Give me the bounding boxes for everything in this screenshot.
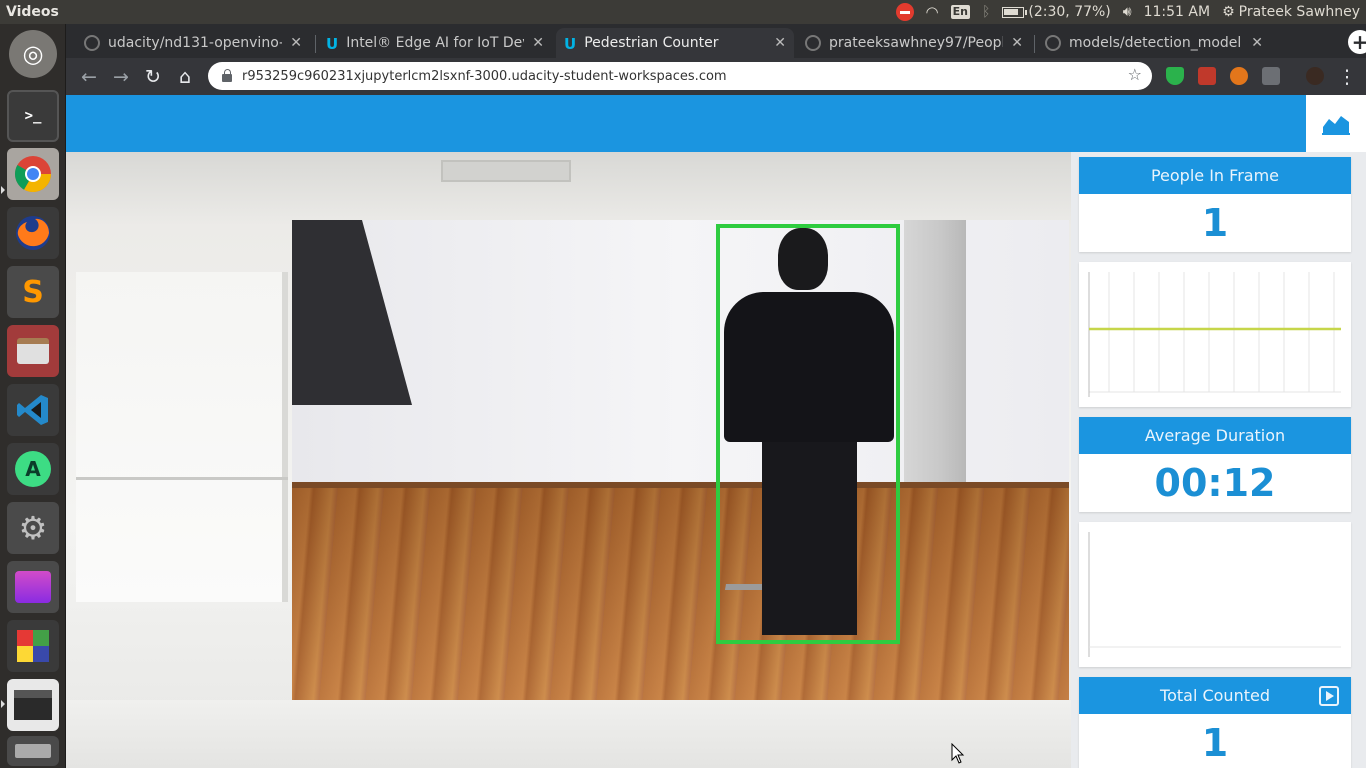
close-icon[interactable]: ✕ — [1011, 35, 1023, 51]
total-counted-card: Total Counted 1 — [1079, 677, 1351, 768]
baseboard — [292, 482, 1069, 488]
people-chart-svg — [1088, 272, 1341, 397]
volume-icon[interactable]: 🔊︎ — [1123, 4, 1132, 20]
new-tab-button[interactable]: + — [1348, 30, 1366, 54]
mouse-cursor-icon — [951, 743, 965, 764]
duration-chart-svg — [1088, 532, 1341, 657]
people-in-frame-label: People In Frame — [1079, 157, 1351, 194]
total-counted-label: Total Counted — [1079, 677, 1351, 714]
clock[interactable]: 11:51 AM — [1144, 4, 1210, 20]
close-icon[interactable]: ✕ — [774, 35, 786, 51]
bookmark-star-icon[interactable]: ☆ — [1128, 65, 1142, 84]
drive-icon[interactable] — [7, 736, 59, 766]
videos-icon[interactable] — [7, 679, 59, 731]
tab-label: Intel® Edge AI for IoT Dev — [346, 35, 525, 51]
tab-github-nd131[interactable]: udacity/nd131-openvino-f ✕ — [76, 28, 310, 58]
close-icon[interactable]: ✕ — [290, 35, 302, 51]
stats-toggle-button[interactable] — [1306, 95, 1366, 152]
running-indicator — [1, 186, 5, 194]
battery-indicator[interactable]: (2:30, 77%) — [1002, 4, 1111, 20]
keyboard-layout-indicator[interactable]: En — [950, 5, 970, 19]
github-icon — [805, 35, 821, 51]
floor-reflection — [66, 700, 1071, 768]
sublime-text-icon[interactable]: S — [7, 266, 59, 318]
udacity-icon: U — [564, 35, 577, 53]
user-menu[interactable]: ⚙ Prateek Sawhney — [1222, 4, 1360, 20]
firefox-icon[interactable] — [7, 207, 59, 259]
total-counted-label-text: Total Counted — [1160, 686, 1270, 705]
area-chart-icon — [1322, 115, 1350, 135]
tab-intel-edge-ai[interactable]: U Intel® Edge AI for IoT Dev ✕ — [318, 28, 552, 58]
udacity-icon: U — [326, 35, 339, 53]
close-icon[interactable]: ✕ — [1251, 35, 1263, 51]
average-duration-value: 00:12 — [1154, 461, 1276, 505]
tab-pedestrian-counter[interactable]: U Pedestrian Counter ✕ — [556, 28, 794, 58]
pillar — [904, 220, 966, 510]
average-duration-chart — [1079, 522, 1351, 667]
chart-extension-icon[interactable] — [1262, 67, 1280, 85]
app-header — [66, 95, 1306, 152]
github-icon — [1045, 35, 1061, 51]
files-icon[interactable] — [7, 325, 59, 377]
github-icon — [84, 35, 100, 51]
ubuntu-dash-icon[interactable]: ◎ — [9, 30, 57, 78]
menu-kebab-icon[interactable]: ⋮ — [1334, 64, 1360, 90]
unity-tweak-icon[interactable] — [7, 561, 59, 613]
url-text: r953259c960231xjupyterlcm2lsxnf-3000.uda… — [242, 68, 727, 84]
forward-button[interactable]: → — [108, 64, 134, 90]
lock-icon[interactable] — [222, 69, 232, 82]
people-in-frame-value: 1 — [1201, 201, 1229, 245]
bluetooth-icon[interactable]: ᛒ — [982, 4, 990, 20]
active-app-title: Videos — [6, 4, 59, 20]
reload-button[interactable]: ↻ — [140, 64, 166, 90]
red-extension-icon[interactable] — [1198, 67, 1216, 85]
chrome-icon[interactable] — [7, 148, 59, 200]
ceiling-vent — [441, 160, 571, 182]
terminal-icon[interactable]: >_ — [7, 90, 59, 142]
people-in-frame-chart — [1079, 262, 1351, 407]
android-studio-icon[interactable]: A — [7, 443, 59, 495]
back-button[interactable]: ← — [76, 64, 102, 90]
tab-label: Pedestrian Counter — [584, 35, 719, 51]
web-page: People In Frame 1 Average Duration 00:12… — [66, 95, 1366, 768]
colors-icon[interactable] — [7, 620, 59, 672]
video-background — [66, 152, 1071, 768]
shield-extension-icon[interactable] — [1166, 67, 1184, 85]
tab-label: models/detection_model — [1069, 35, 1242, 51]
people-in-frame-card: People In Frame 1 — [1079, 157, 1351, 252]
tab-strip: udacity/nd131-openvino-f ✕ U Intel® Edge… — [66, 24, 1366, 58]
user-name: Prateek Sawhney — [1238, 4, 1360, 20]
gear-icon: ⚙ — [1222, 4, 1235, 20]
tab-label: udacity/nd131-openvino-f — [108, 35, 283, 51]
tab-label: prateeksawhney97/Peopl — [829, 35, 1004, 51]
browser-toolbar: ← → ↻ ⌂ r953259c960231xjupyterlcm2lsxnf-… — [66, 58, 1366, 95]
system-settings-icon[interactable]: ⚙ — [7, 502, 59, 554]
launcher: ◎ >_ S A ⚙ — [0, 24, 66, 768]
no-entry-icon[interactable] — [895, 3, 914, 21]
main-content: People In Frame 1 Average Duration 00:12… — [66, 152, 1366, 768]
total-counted-value: 1 — [1201, 721, 1229, 765]
close-icon[interactable]: ✕ — [532, 35, 544, 51]
wifi-icon[interactable]: ◠ — [926, 3, 939, 21]
home-button[interactable]: ⌂ — [172, 64, 198, 90]
top-panel: Videos ◠ En ᛒ (2:30, 77%) 🔊︎ 11:51 AM ⚙ … — [0, 0, 1366, 24]
video-frame — [292, 220, 1069, 700]
running-indicator — [1, 700, 5, 708]
battery-text: (2:30, 77%) — [1028, 4, 1111, 20]
room-window — [76, 272, 288, 602]
avatar[interactable] — [1306, 67, 1324, 85]
fox-extension-icon[interactable] — [1230, 67, 1248, 85]
tab-github-models[interactable]: models/detection_model ✕ — [1037, 28, 1271, 58]
battery-icon — [1002, 6, 1028, 18]
play-export-icon[interactable] — [1319, 686, 1339, 706]
tab-github-prateeksawhney[interactable]: prateeksawhney97/Peopl ✕ — [797, 28, 1031, 58]
wooden-floor — [292, 485, 1069, 700]
indicator-area: ◠ En ᛒ (2:30, 77%) 🔊︎ 11:51 AM ⚙ Prateek… — [895, 0, 1366, 24]
average-duration-card: Average Duration 00:12 — [1079, 417, 1351, 512]
vscode-icon[interactable] — [7, 384, 59, 436]
address-bar[interactable]: r953259c960231xjupyterlcm2lsxnf-3000.uda… — [208, 62, 1152, 90]
average-duration-label: Average Duration — [1079, 417, 1351, 454]
detection-bounding-box — [716, 224, 900, 644]
